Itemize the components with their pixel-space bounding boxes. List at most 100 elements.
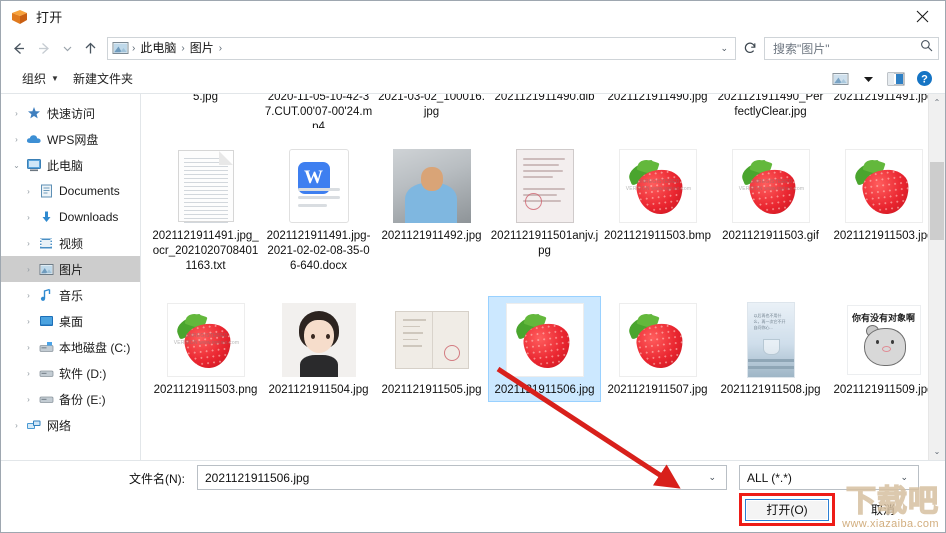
file-item[interactable]: 2021121911490.jpg <box>601 94 714 109</box>
breadcrumb-pictures[interactable]: 图片 <box>186 38 218 59</box>
strawberry-thumbnail <box>618 301 697 379</box>
certificate-thumbnail <box>506 147 584 225</box>
preview-pane-icon[interactable] <box>883 68 909 90</box>
expand-chevron-icon[interactable]: › <box>21 369 36 378</box>
sidebar-item-label: WPS网盘 <box>47 132 99 147</box>
filename-value[interactable]: 2021121911506.jpg <box>205 471 702 485</box>
organize-button[interactable]: 组织 ▼ <box>15 67 66 90</box>
expand-chevron-icon[interactable]: › <box>21 213 36 222</box>
expand-chevron-icon[interactable]: › <box>21 317 36 326</box>
file-type-filter-select[interactable]: ALL (*.*) ⌄ <box>739 465 919 490</box>
open-folder-icon <box>11 8 28 25</box>
sidebar-item-network[interactable]: › 网络 <box>1 412 140 438</box>
new-folder-button[interactable]: 新建文件夹 <box>66 67 140 90</box>
expand-chevron-icon[interactable]: › <box>21 187 36 196</box>
file-item[interactable]: 2020-11-05-10-42-37.CUT.00'07-00'24.mp4 <box>262 94 375 128</box>
vertical-scrollbar[interactable]: ⌃ ⌄ <box>928 94 945 460</box>
expand-chevron-icon[interactable]: › <box>21 239 36 248</box>
sidebar-item-wps-cloud[interactable]: › WPS网盘 <box>1 126 140 152</box>
file-name: 2021121911503.jpg <box>833 230 929 242</box>
breadcrumb-this-pc[interactable]: 此电脑 <box>136 38 180 59</box>
chevron-down-icon[interactable]: ⌄ <box>702 472 722 483</box>
expand-chevron-icon[interactable]: › <box>21 291 36 300</box>
sidebar-item-quick-access[interactable]: › 快速访问 <box>1 100 140 126</box>
downloads-icon <box>36 209 56 225</box>
image-watermark: UNREGISTERED VERSION www.inpixio.com <box>625 178 692 192</box>
help-icon[interactable]: ? <box>911 68 937 90</box>
file-item[interactable]: 你有没有对象啊 2021121911509.jpg <box>827 296 928 402</box>
search-input[interactable]: 搜索"图片" <box>773 40 920 57</box>
file-item-selected[interactable]: 2021121911506.jpg <box>488 296 601 402</box>
file-item[interactable]: 2021121911505.jpg <box>375 296 488 402</box>
file-item[interactable]: 2021121911490_PerfectlyClear.jpg <box>714 94 827 124</box>
sidebar-item-downloads[interactable]: › Downloads <box>1 204 140 230</box>
file-item[interactable]: 2021121911504.jpg <box>262 296 375 402</box>
sidebar-item-music[interactable]: › 音乐 <box>1 282 140 308</box>
strawberry-thumbnail: UNREGISTERED VERSION www.inpixio.com <box>166 301 245 379</box>
scrollbar-thumb[interactable] <box>930 162 944 240</box>
sidebar-item-drive-d[interactable]: › 软件 (D:) <box>1 360 140 386</box>
expand-chevron-icon[interactable]: › <box>9 421 24 430</box>
address-chevron-down-icon[interactable]: ⌄ <box>715 43 733 54</box>
file-item[interactable]: 2021121911507.jpg <box>601 296 714 402</box>
sidebar-item-local-disk-c[interactable]: › 本地磁盘 (C:) <box>1 334 140 360</box>
filename-input[interactable]: 2021121911506.jpg ⌄ <box>197 465 727 490</box>
file-list-area[interactable]: 5.jpg 2020-11-05-10-42-37.CUT.00'07-00'2… <box>141 94 945 460</box>
star-icon <box>24 105 44 121</box>
file-item[interactable]: W 2021121911491.jpg-2021-02-02-08-35-06-… <box>262 142 375 278</box>
photo-thumbnail <box>392 147 471 225</box>
expand-chevron-icon[interactable]: › <box>21 265 36 274</box>
view-layout-icon[interactable] <box>827 68 853 90</box>
expand-chevron-icon[interactable]: › <box>21 395 36 404</box>
file-item[interactable]: UNREGISTERED VERSION www.inpixio.com 202… <box>149 296 262 402</box>
recent-locations-chevron-down-icon[interactable] <box>57 35 77 61</box>
close-button[interactable] <box>899 1 945 32</box>
scroll-up-arrow-icon[interactable]: ⌃ <box>929 94 945 111</box>
back-arrow-icon[interactable] <box>5 35 31 61</box>
file-name: 2021121911491.jpg-2021-02-02-08-35-06-64… <box>266 230 371 272</box>
file-name: 2021121911501anjv.jpg <box>490 230 599 257</box>
refresh-icon[interactable] <box>738 37 762 60</box>
scroll-down-arrow-icon[interactable]: ⌄ <box>929 443 945 460</box>
sidebar-item-videos[interactable]: › 视频 <box>1 230 140 256</box>
file-name: 2021121911491.jpg_ocr_20210207084011163.… <box>152 230 259 272</box>
file-item[interactable]: 2021-03-02_100016.jpg <box>375 94 488 124</box>
file-item[interactable]: 2021121911503.jpg <box>827 142 928 248</box>
file-name: 2021121911492.jpg <box>381 230 482 242</box>
collapse-chevron-icon[interactable]: ⌄ <box>9 161 24 170</box>
hamster-meme-thumbnail: 你有没有对象啊 <box>845 301 923 379</box>
sidebar-item-pictures[interactable]: › 图片 <box>1 256 140 282</box>
file-item[interactable]: 以后再也不用什么，再一次它不开自问你心... 2021121911508.jpg <box>714 296 827 402</box>
sidebar-item-label: 视频 <box>59 236 84 251</box>
file-name: 2021121911504.jpg <box>268 384 369 396</box>
open-button[interactable]: 打开(O) <box>745 498 829 521</box>
up-arrow-icon[interactable] <box>77 35 103 61</box>
sidebar-item-label: 软件 (D:) <box>59 366 107 381</box>
file-name: 2021121911507.jpg <box>607 384 708 396</box>
sidebar-item-documents[interactable]: › Documents <box>1 178 140 204</box>
cancel-button[interactable]: 取消 <box>847 497 919 521</box>
file-item[interactable]: 5.jpg <box>149 94 262 109</box>
file-item[interactable]: 2021121911490.dib <box>488 94 601 109</box>
file-item[interactable]: UNREGISTERED VERSION www.inpixio.com 202… <box>601 142 714 248</box>
file-item[interactable]: 2021121911491.jpg <box>827 94 929 109</box>
wps-document-thumbnail: W <box>280 147 358 225</box>
address-bar[interactable]: › 此电脑 › 图片 › ⌄ <box>107 36 736 60</box>
file-item[interactable]: 2021121911492.jpg <box>375 142 488 248</box>
quote-photo-thumbnail: 以后再也不用什么，再一次它不开自问你心... <box>732 301 810 379</box>
file-item[interactable]: UNREGISTERED VERSION www.inpixio.com 202… <box>714 142 827 248</box>
search-box[interactable]: 搜索"图片" <box>764 36 939 60</box>
sidebar-item-desktop[interactable]: › 桌面 <box>1 308 140 334</box>
sidebar-item-label: 网络 <box>47 418 72 433</box>
expand-chevron-icon[interactable]: › <box>21 343 36 352</box>
music-icon <box>36 287 56 303</box>
file-item[interactable]: 2021121911501anjv.jpg <box>488 142 601 263</box>
expand-chevron-icon[interactable]: › <box>9 109 24 118</box>
sidebar-item-drive-e[interactable]: › 备份 (E:) <box>1 386 140 412</box>
chevron-down-icon[interactable]: ⌄ <box>894 472 914 483</box>
expand-chevron-icon[interactable]: › <box>9 135 24 144</box>
file-type-filter-value[interactable]: ALL (*.*) <box>747 471 894 485</box>
sidebar-item-this-pc[interactable]: ⌄ 此电脑 <box>1 152 140 178</box>
file-item[interactable]: 2021121911491.jpg_ocr_20210207084011163.… <box>149 142 262 278</box>
view-chevron-down-icon[interactable] <box>855 68 881 90</box>
